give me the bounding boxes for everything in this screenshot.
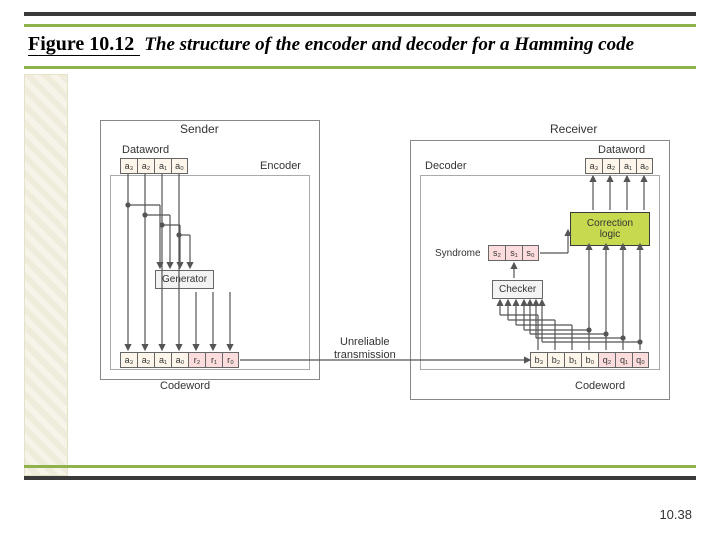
decoder-label: Decoder — [425, 160, 467, 172]
cell: s₀ — [522, 245, 539, 261]
sender-dataword-cells: a₃ a₂ a₁ a₀ — [120, 158, 188, 174]
cell: b₂ — [547, 352, 564, 368]
cell: a₂ — [137, 352, 154, 368]
cell: s₂ — [488, 245, 505, 261]
cell: q₀ — [632, 352, 649, 368]
cell: a₁ — [154, 158, 171, 174]
sender-label: Sender — [180, 122, 219, 136]
cell: b₁ — [564, 352, 581, 368]
receiver-dataword-label: Dataword — [598, 144, 645, 156]
bottom-rule-dark — [24, 476, 696, 480]
encoder-label: Encoder — [260, 160, 301, 172]
generator-block: Generator — [155, 270, 214, 289]
cell: q₂ — [598, 352, 615, 368]
syndrome-label: Syndrome — [435, 248, 481, 259]
figure-number: Figure 10.12 — [28, 33, 140, 56]
cell: a₂ — [602, 158, 619, 174]
cell: r₀ — [222, 352, 239, 368]
hamming-diagram: Sender Encoder Dataword a₃ a₂ a₁ a₀ Gene… — [100, 120, 680, 430]
sender-dataword-label: Dataword — [122, 144, 169, 156]
cell: a₃ — [120, 158, 137, 174]
cell: b₀ — [581, 352, 598, 368]
cell: a₂ — [137, 158, 154, 174]
cell: a₁ — [619, 158, 636, 174]
cell: a₁ — [154, 352, 171, 368]
receiver-codeword-label: Codeword — [575, 380, 625, 392]
receiver-label: Receiver — [550, 122, 597, 136]
sender-codeword-label: Codeword — [160, 380, 210, 392]
decoder-box — [420, 175, 660, 370]
correction-block: Correction logic — [570, 212, 650, 246]
cell: a₀ — [636, 158, 653, 174]
cell: a₀ — [171, 352, 188, 368]
cell: b₃ — [530, 352, 547, 368]
channel-label-2: transmission — [334, 349, 396, 361]
cell: a₃ — [585, 158, 602, 174]
figure-caption: The structure of the encoder and decoder… — [144, 34, 634, 55]
channel-label-1: Unreliable — [340, 336, 390, 348]
page-number: 10.38 — [659, 507, 692, 522]
cell: a₀ — [171, 158, 188, 174]
cell: a₃ — [120, 352, 137, 368]
sender-codeword-cells: a₃ a₂ a₁ a₀ r₂ r₁ r₀ — [120, 352, 239, 368]
cell: r₁ — [205, 352, 222, 368]
figure-title: Figure 10.12 The structure of the encode… — [24, 27, 696, 66]
receiver-codeword-cells: b₃ b₂ b₁ b₀ q₂ q₁ q₀ — [530, 352, 649, 368]
checker-block: Checker — [492, 280, 543, 299]
cell: s₁ — [505, 245, 522, 261]
syndrome-cells: s₂ s₁ s₀ — [488, 245, 539, 261]
cell: q₁ — [615, 352, 632, 368]
cell: r₂ — [188, 352, 205, 368]
title-underline — [24, 66, 696, 69]
receiver-dataword-cells: a₃ a₂ a₁ a₀ — [585, 158, 653, 174]
